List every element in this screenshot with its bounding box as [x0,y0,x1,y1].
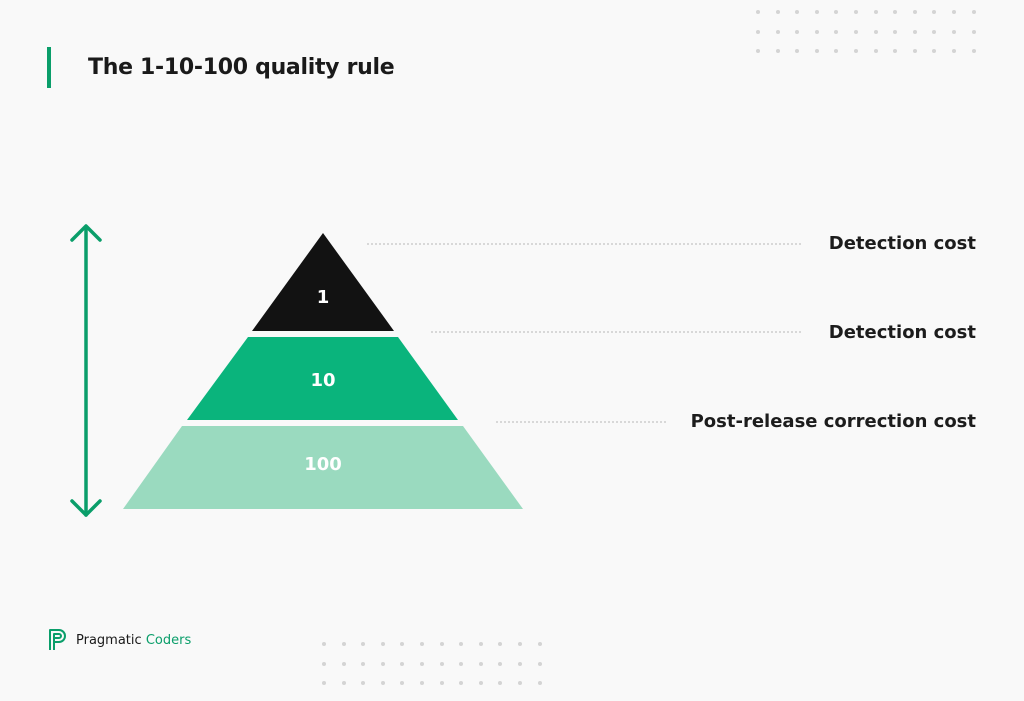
tier-value-top: 1 [317,287,330,308]
tier-label-top: Detection cost [828,233,976,254]
brand-logo: Pragmatic Coders [48,628,191,652]
brand-name: Pragmatic Coders [76,632,192,648]
tier-value-bottom: 100 [304,454,342,475]
pyramid-tier-top [252,233,394,331]
double-arrow-vertical-icon [70,224,102,517]
tier-value-middle: 10 [310,370,335,391]
tier-label-middle: Detection cost [828,322,976,343]
pragmatic-coders-logo-icon [49,629,66,650]
tier-label-bottom: Post-release correction cost [690,411,976,432]
pyramid-diagram: 1 10 100 [70,224,801,517]
